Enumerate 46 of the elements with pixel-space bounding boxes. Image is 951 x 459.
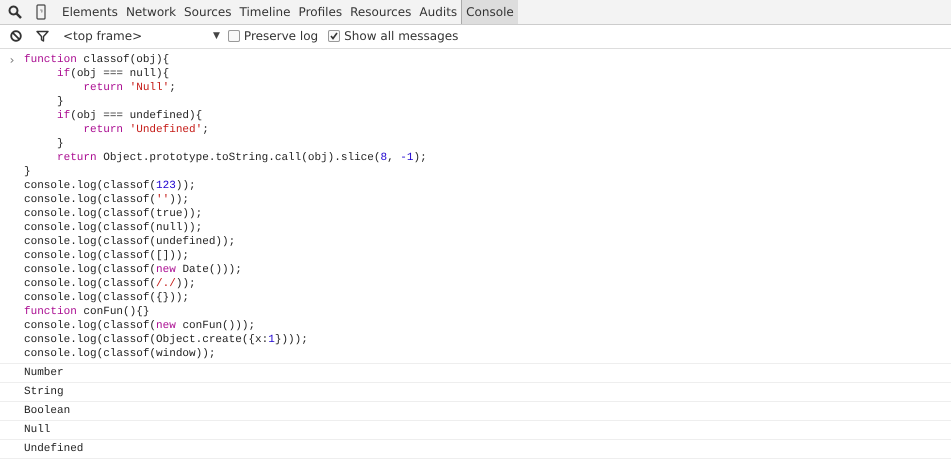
dropdown-arrow[interactable]: ▼ — [213, 31, 220, 42]
code-line: return 'Undefined'; — [82, 123, 210, 137]
code-line: } — [56, 95, 65, 109]
code-line: return Object.prototype.toString.call(obj).slice(8, -1); — [56, 151, 427, 165]
panel-tab[interactable]: Resources — [346, 0, 416, 24]
code-line: console.log(classof(true)); — [24, 207, 204, 221]
checkbox[interactable] — [328, 30, 340, 42]
prompt-icon: › — [10, 53, 14, 67]
console-output: Number — [24, 367, 64, 379]
code-line: function conFun(){} — [24, 305, 150, 319]
console-output: Undefined — [24, 443, 84, 455]
code-line: if(obj === undefined){ — [56, 109, 204, 123]
checkbox-label: Show all messages — [344, 29, 458, 44]
checkbox-label: Preserve log — [244, 29, 318, 44]
code-line: console.log(classof(123)); — [24, 179, 197, 193]
code-line: return 'Null'; — [82, 81, 177, 95]
panel-tab[interactable]: Profiles — [294, 0, 346, 24]
code-line: console.log(classof(new Date())); — [24, 263, 243, 277]
console-output: Null — [24, 424, 50, 436]
code-line: console.log(classof(null)); — [24, 221, 204, 235]
code-line: console.log(classof(new conFun())); — [24, 319, 256, 333]
code-line: function classof(obj){ — [24, 53, 170, 67]
panel-tab[interactable]: Elements — [58, 0, 122, 24]
code-line: console.log(classof({})); — [24, 291, 190, 305]
code-line: console.log(classof([])); — [24, 249, 190, 263]
console-output: String — [24, 386, 64, 398]
code-line: console.log(classof('')); — [24, 193, 190, 207]
code-line: if(obj === null){ — [56, 67, 170, 81]
search-icon[interactable] — [8, 4, 22, 19]
panel-tab[interactable]: Network — [122, 0, 180, 24]
console-output: Boolean — [24, 405, 70, 417]
checkbox[interactable] — [228, 30, 240, 42]
code-line: console.log(classof(Object.create({x:1}))); — [24, 333, 309, 347]
panel-tab[interactable]: Audits — [415, 0, 462, 24]
mobile-device-icon[interactable] — [36, 4, 46, 20]
clear-icon[interactable] — [10, 30, 22, 42]
panel-tab[interactable]: Timeline — [236, 0, 295, 24]
code-line: console.log(classof(window)); — [24, 347, 216, 361]
code-line: } — [56, 137, 65, 151]
code-line: console.log(classof(undefined)); — [24, 235, 236, 249]
code-line: console.log(classof(/./)); — [24, 277, 197, 291]
context-selector[interactable]: <top frame> — [63, 29, 213, 44]
code-line: } — [24, 165, 32, 179]
panel-tab[interactable]: Sources — [180, 0, 236, 24]
filter-icon[interactable] — [36, 30, 49, 42]
panel-tab[interactable]: Console — [461, 0, 518, 24]
